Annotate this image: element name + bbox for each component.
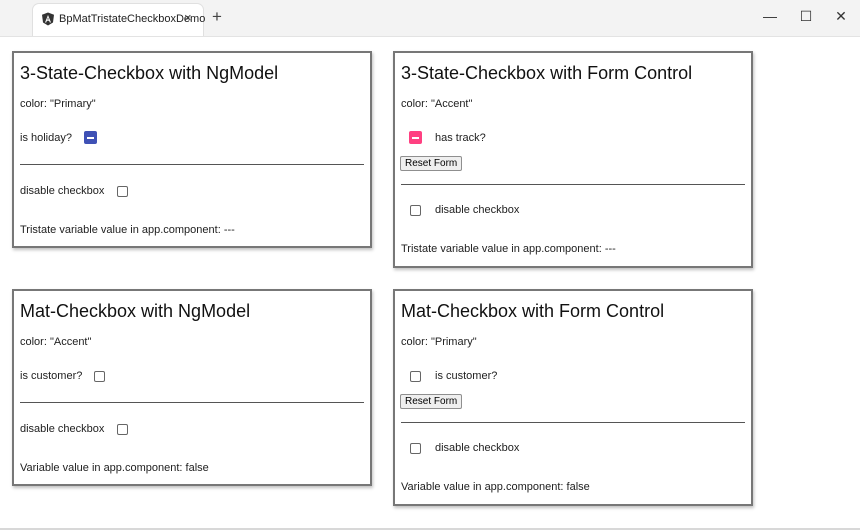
card-title: Mat-Checkbox with NgModel bbox=[20, 301, 251, 321]
divider bbox=[20, 402, 364, 403]
title-bar-divider bbox=[0, 36, 860, 37]
color-label: color: "Accent" bbox=[20, 336, 92, 348]
disable-checkbox[interactable] bbox=[410, 204, 421, 216]
tab-close-icon[interactable]: × bbox=[184, 10, 192, 25]
disable-checkbox-label: disable checkbox bbox=[20, 185, 105, 197]
minimize-icon[interactable]: — bbox=[760, 8, 780, 24]
card-title: Mat-Checkbox with Form Control bbox=[401, 301, 665, 321]
window-close-icon[interactable]: ✕ bbox=[831, 8, 851, 25]
tristate-checkbox[interactable] bbox=[409, 131, 422, 144]
card-tristate-ngmodel: 3-State-Checkbox with NgModel color: "Pr… bbox=[12, 51, 372, 248]
angular-logo-icon bbox=[42, 12, 54, 26]
disable-row: disable checkbox bbox=[20, 423, 129, 435]
disable-row: disable checkbox bbox=[410, 442, 519, 454]
checkbox-label: is customer? bbox=[435, 370, 498, 382]
divider bbox=[401, 184, 745, 185]
maximize-icon[interactable]: ☐ bbox=[796, 8, 816, 25]
value-text: Tristate variable value in app.component… bbox=[20, 224, 235, 236]
checkbox-label: is customer? bbox=[20, 370, 83, 382]
value-text: Variable value in app.component: false bbox=[20, 462, 209, 474]
checkbox-row: is customer? bbox=[20, 370, 106, 382]
color-label: color: "Accent" bbox=[401, 98, 473, 110]
title-bar: BpMatTristateCheckboxDemo × + — ☐ ✕ bbox=[0, 0, 860, 36]
disable-checkbox-label: disable checkbox bbox=[435, 204, 520, 216]
checkbox-row: is customer? bbox=[410, 370, 497, 382]
divider bbox=[401, 422, 745, 423]
reset-form-button[interactable]: Reset Form bbox=[400, 156, 463, 171]
new-tab-icon[interactable]: + bbox=[212, 7, 222, 27]
card-tristate-form-control: 3-State-Checkbox with Form Control color… bbox=[393, 51, 753, 268]
value-text: Tristate variable value in app.component… bbox=[401, 243, 616, 255]
disable-checkbox[interactable] bbox=[117, 423, 129, 435]
color-label: color: "Primary" bbox=[20, 98, 96, 110]
tristate-checkbox[interactable] bbox=[83, 131, 97, 144]
card-mat-form-control: Mat-Checkbox with Form Control color: "P… bbox=[393, 289, 753, 506]
customer-checkbox[interactable] bbox=[94, 370, 106, 382]
disable-checkbox-label: disable checkbox bbox=[20, 423, 105, 435]
value-text: Variable value in app.component: false bbox=[401, 481, 590, 493]
checkbox-label: has track? bbox=[435, 131, 486, 144]
disable-row: disable checkbox bbox=[410, 204, 519, 216]
color-label: color: "Primary" bbox=[401, 336, 477, 348]
customer-checkbox[interactable] bbox=[410, 370, 421, 382]
disable-checkbox[interactable] bbox=[117, 185, 129, 197]
checkbox-row: is holiday? bbox=[20, 131, 97, 144]
disable-checkbox[interactable] bbox=[410, 442, 421, 454]
reset-form-button[interactable]: Reset Form bbox=[400, 394, 463, 409]
divider bbox=[20, 164, 364, 165]
browser-tab[interactable]: BpMatTristateCheckboxDemo × bbox=[33, 4, 205, 36]
card-mat-ngmodel: Mat-Checkbox with NgModel color: "Accent… bbox=[12, 289, 372, 486]
checkbox-label: is holiday? bbox=[20, 131, 72, 144]
disable-checkbox-label: disable checkbox bbox=[435, 442, 520, 454]
card-title: 3-State-Checkbox with NgModel bbox=[20, 63, 279, 83]
checkbox-row: has track? bbox=[409, 131, 486, 144]
card-title: 3-State-Checkbox with Form Control bbox=[401, 63, 693, 83]
disable-row: disable checkbox bbox=[20, 185, 129, 197]
